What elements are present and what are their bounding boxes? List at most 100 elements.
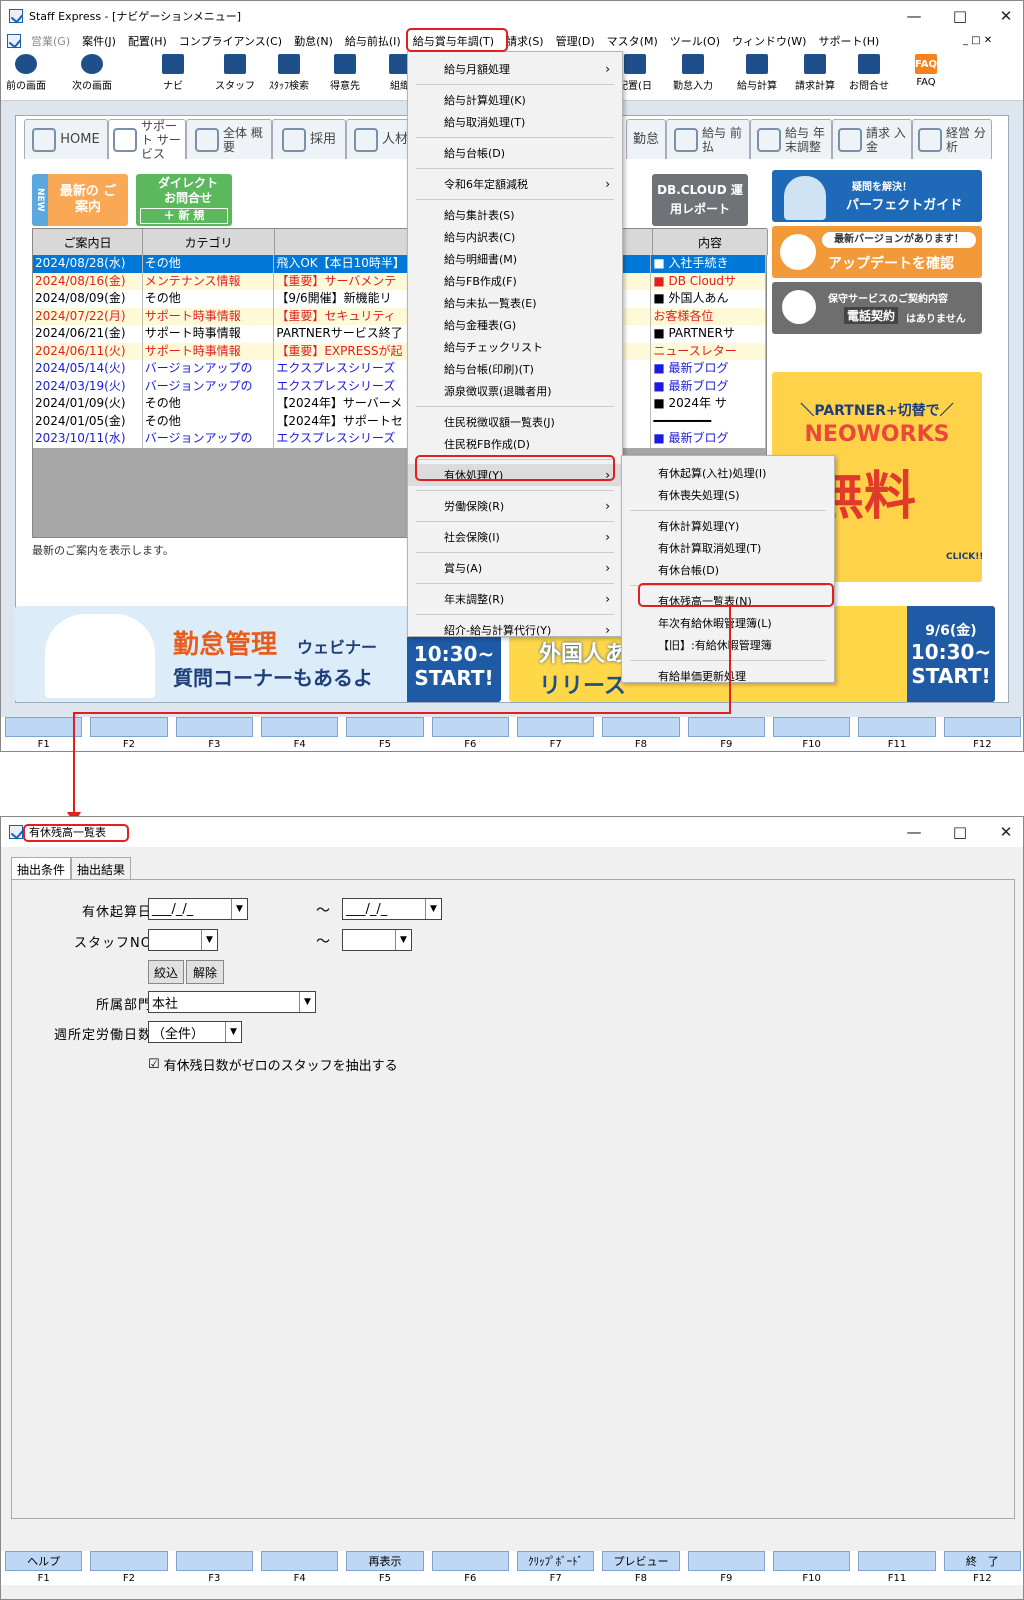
fkey-F2[interactable]: F2 [90, 1551, 168, 1585]
fkey-F1[interactable]: ヘルプ F1 [5, 1551, 83, 1585]
nav-tab-3[interactable]: 採用 [272, 119, 346, 159]
start-date-to[interactable]: ___/_/_ ▼ [342, 898, 442, 920]
notice-row[interactable]: 2024/06/21(金) サポート時事情報 PARTNERサービス終了 ■ PART… [33, 325, 766, 343]
chevron-down-icon[interactable]: ▼ [395, 930, 411, 950]
fkey-button[interactable] [431, 1551, 509, 1571]
clear-button[interactable]: 解除 [186, 960, 224, 984]
notice-row[interactable]: 2024/07/22(月) サポート時事情報 【重要】セキュリティ お客様各位 [33, 307, 766, 325]
minimize-icon[interactable]: — [891, 817, 937, 847]
fkey-F12[interactable]: 終 了 F12 [943, 1551, 1021, 1585]
fkey-button[interactable] [90, 1551, 168, 1571]
nav-tab-7[interactable]: 給与 年末調整 [750, 119, 832, 159]
menu-item[interactable]: 住民税徴収額一覧表(J) [408, 411, 622, 433]
minimize-icon[interactable]: — [891, 1, 937, 31]
menu-item[interactable]: 給与未払一覧表(E) [408, 292, 622, 314]
mdi-controls[interactable]: _ □ ✕ [963, 35, 992, 46]
fkey-button[interactable]: 再表示 [346, 1551, 424, 1571]
close-icon[interactable]: ✕ [983, 817, 1024, 847]
fkey-button[interactable] [858, 1551, 936, 1571]
chevron-down-icon[interactable]: ▼ [201, 930, 217, 950]
menu-item-4[interactable]: 勤怠(N) [288, 33, 339, 49]
menu-item[interactable]: 給与明細書(M) [408, 248, 622, 270]
nav-tab-0[interactable]: HOME [24, 119, 108, 159]
notice-row[interactable]: 2024/08/16(金) メンテナンス情報 【重要】サーバメンテ ■ DB Clou… [33, 272, 766, 290]
fkey-F8[interactable]: プレビュー F8 [602, 1551, 680, 1585]
toolbar-button-9[interactable]: 給与計算 [733, 54, 781, 98]
toolbar-button-11[interactable]: お問合せ [845, 54, 893, 98]
menu-item-12[interactable]: サポート(H) [812, 33, 885, 49]
menu-item[interactable]: 源泉徴収票(退職者用) [408, 380, 622, 402]
maximize-icon[interactable]: □ [937, 817, 983, 847]
checkbox-icon[interactable]: ☑ [148, 1057, 160, 1072]
tab-extract-conditions[interactable]: 抽出条件 [11, 857, 72, 879]
fkey-F3[interactable]: F3 [175, 1551, 253, 1585]
notice-row[interactable]: 2024/01/05(金) その他 【2024年】サポートセ ━━━━━━━━ [33, 412, 766, 430]
menu-item[interactable]: 有休計算処理(Y) [622, 515, 834, 537]
menu-item[interactable]: 労働保険(R) › [408, 495, 622, 517]
tab-extract-results[interactable]: 抽出結果 [71, 857, 132, 879]
menu-item[interactable]: 賞与(A) › [408, 557, 622, 579]
nav-tab-8[interactable]: 請求 入金 [832, 119, 912, 159]
menu-item[interactable]: 有休喪失処理(S) [622, 484, 834, 506]
support-contract-banner[interactable]: 保守サービスのご契約内容 電話契約 はありません [772, 282, 982, 334]
direct-inquiry-button[interactable]: ダイレクト お問合せ ＋ 新 規 [136, 174, 232, 226]
menu-item[interactable]: 給与FB作成(F) [408, 270, 622, 292]
menu-item[interactable]: 給与集計表(S) [408, 204, 622, 226]
menu-item[interactable]: 給与台帳(D) [408, 142, 622, 164]
chevron-down-icon[interactable]: ▼ [299, 992, 315, 1012]
notice-row[interactable]: 2024/06/11(火) サポート時事情報 【重要】EXPRESSが起 ニュースレタ… [33, 342, 766, 360]
menu-item[interactable]: 給与金種表(G) [408, 314, 622, 336]
fkey-F6[interactable]: F6 [431, 1551, 509, 1585]
toolbar-button-1[interactable]: 次の画面 [63, 54, 121, 98]
menu-item-3[interactable]: コンプライアンス(C) [173, 33, 288, 49]
menu-item[interactable]: 有休起算(入社)処理(I) [622, 462, 834, 484]
fkey-button[interactable]: 終 了 [943, 1551, 1021, 1571]
notice-row[interactable]: 2024/05/14(火) バージョンアップの エクスプレスシリーズ ■ 最新ブログ [33, 360, 766, 378]
toolbar-button-8[interactable]: 勤怠入力 [669, 54, 717, 98]
staff-no-to[interactable]: ▼ [342, 929, 412, 951]
perfect-guide-banner[interactable]: 疑問を解決！ パーフェクトガイド [772, 170, 982, 222]
staff-no-from[interactable]: ▼ [148, 929, 218, 951]
menu-item[interactable]: 給与台帳(印刷)(T) [408, 358, 622, 380]
nav-tab-9[interactable]: 経営 分析 [912, 119, 992, 159]
menu-item-2[interactable]: 配置(H) [122, 33, 173, 49]
maximize-icon[interactable]: □ [937, 1, 983, 31]
menu-item-10[interactable]: ツール(O) [664, 33, 726, 49]
chevron-down-icon[interactable]: ▼ [425, 899, 441, 919]
nav-tab-1[interactable]: サポート サービス [108, 119, 186, 161]
fkey-F7[interactable]: ｸﾘｯﾌﾟﾎﾞｰﾄﾞ F7 [517, 1551, 595, 1585]
nav-tab-6[interactable]: 給与 前払 [666, 119, 750, 159]
menu-item[interactable]: 給与取消処理(T) [408, 111, 622, 133]
toolbar-button-3[interactable]: スタッフ [213, 54, 257, 98]
menu-item[interactable]: 社会保険(I) › [408, 526, 622, 548]
menu-item[interactable]: 有休計算取消処理(T) [622, 537, 834, 559]
notice-row[interactable]: 2023/10/11(水) バージョンアップの エクスプレスシリーズ ■ 最新ブログ [33, 430, 766, 448]
menu-item-5[interactable]: 給与前払(I) [339, 33, 407, 49]
toolbar-button-5[interactable]: 得意先 [323, 54, 367, 98]
update-banner[interactable]: 最新バージョンがあります！ アップデートを確認 [772, 226, 982, 278]
chevron-down-icon[interactable]: ▼ [225, 1022, 241, 1042]
menu-item[interactable]: 給与チェックリスト [408, 336, 622, 358]
fkey-button[interactable]: ヘルプ [5, 1551, 83, 1571]
menu-item-8[interactable]: 管理(D) [550, 33, 601, 49]
report-button[interactable]: DB.CLOUD 運用レポート [652, 174, 748, 226]
filter-button[interactable]: 絞込 [148, 960, 184, 984]
start-date-from[interactable]: ___/_/_ ▼ [148, 898, 248, 920]
nav-tab-2[interactable]: 全体 概要 [186, 119, 272, 159]
toolbar-button-2[interactable]: ナビ [151, 54, 195, 98]
menu-item-9[interactable]: マスタ(M) [601, 33, 664, 49]
work-days-select[interactable]: （全件） ▼ [148, 1021, 242, 1043]
fkey-F9[interactable]: F9 [687, 1551, 765, 1585]
menu-item[interactable]: 令和6年定額減税 › [408, 173, 622, 195]
new-info-button[interactable]: NEW 最新の ご案内 [32, 174, 128, 226]
fkey-button[interactable] [175, 1551, 253, 1571]
chevron-down-icon[interactable]: ▼ [231, 899, 247, 919]
close-icon[interactable]: ✕ [983, 1, 1024, 31]
menu-item-0[interactable]: 営業(G) [25, 33, 76, 49]
nav-tab-5[interactable]: 勤怠 [626, 119, 666, 159]
toolbar-button-4[interactable]: ｽﾀｯﾌ検索 [263, 54, 315, 98]
fkey-F5[interactable]: 再表示 F5 [346, 1551, 424, 1585]
notice-row[interactable]: 2024/08/09(金) その他 【9/6開催】新機能リ ■ 外国人あん [33, 290, 766, 308]
menu-item-11[interactable]: ウィンドウ(W) [726, 33, 812, 49]
fkey-F4[interactable]: F4 [261, 1551, 339, 1585]
